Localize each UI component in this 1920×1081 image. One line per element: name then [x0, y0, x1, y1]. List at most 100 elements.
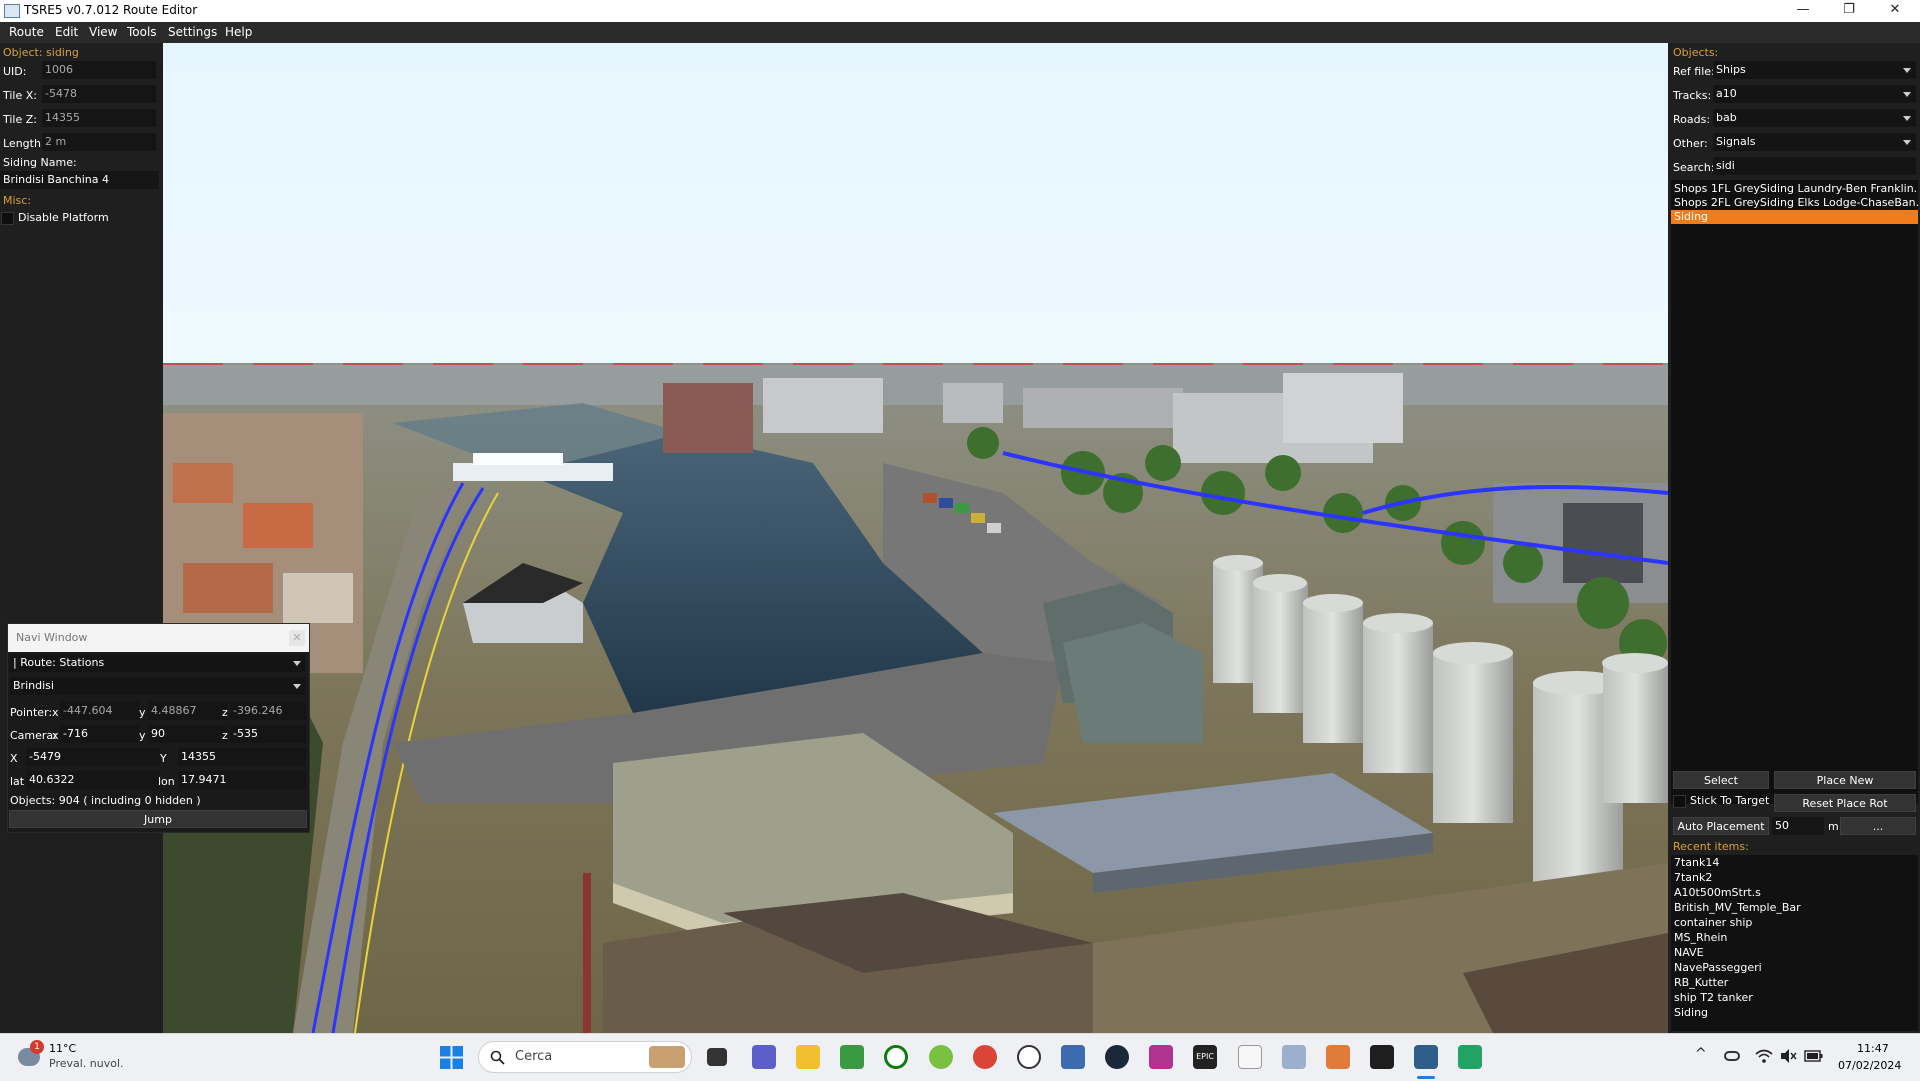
menu-route[interactable]: Route [9, 25, 44, 39]
navi-close-icon[interactable]: ✕ [289, 630, 305, 646]
y-field[interactable]: 14355 [178, 748, 306, 766]
chrome-icon[interactable] [973, 1045, 997, 1069]
active-app-indicator [1417, 1076, 1435, 1079]
close-button[interactable]: ✕ [1872, 0, 1918, 22]
task-view-icon[interactable] [707, 1048, 727, 1066]
list-item[interactable]: Shops 2FL GreySiding Elks Lodge-ChaseBan… [1671, 196, 1918, 210]
list-item[interactable]: 7tank2 [1671, 871, 1918, 885]
jump-button[interactable]: Jump [9, 810, 307, 828]
stick-to-target-label: Stick To Target [1690, 794, 1770, 807]
other-select[interactable]: Signals [1713, 133, 1916, 151]
lon-field[interactable]: 17.9471 [178, 771, 306, 789]
spreadsheet-icon[interactable] [840, 1045, 864, 1069]
chart-app-icon[interactable] [1282, 1045, 1306, 1069]
document-icon[interactable] [1238, 1045, 1262, 1069]
teams-icon[interactable] [752, 1045, 776, 1069]
battery-icon[interactable] [1804, 1049, 1824, 1063]
speaker-muted-icon[interactable] [1779, 1048, 1797, 1064]
epic-games-icon[interactable]: EPIC [1193, 1045, 1217, 1069]
pointer-z-field[interactable]: -396.246 [230, 702, 306, 720]
camera-z-field[interactable]: -535 [230, 725, 306, 743]
tracks-select[interactable]: a10 [1713, 85, 1916, 103]
menu-settings[interactable]: Settings [168, 25, 217, 39]
minimize-button[interactable]: — [1780, 0, 1826, 22]
siding-name-label: Siding Name: [3, 156, 77, 169]
taskbar: 1 11°C Preval. nuvol. Cerca EPIC ^ 11:47… [0, 1033, 1920, 1081]
disable-platform-checkbox[interactable] [1, 212, 14, 225]
chevron-down-icon [1903, 92, 1911, 97]
camera-y-field[interactable]: 90 [148, 725, 228, 743]
tray-chevron-icon[interactable]: ^ [1695, 1046, 1707, 1062]
calculator-icon[interactable] [1061, 1045, 1085, 1069]
list-item[interactable]: RB_Kutter [1671, 976, 1918, 990]
route-editor-icon[interactable] [1414, 1045, 1438, 1069]
windows-start-icon[interactable] [440, 1046, 463, 1069]
file-explorer-icon[interactable] [796, 1045, 820, 1069]
auto-placement-button[interactable]: Auto Placement [1673, 817, 1769, 835]
menu-edit[interactable]: Edit [55, 25, 78, 39]
navi-titlebar[interactable]: Navi Window ✕ [8, 624, 309, 652]
clock-time[interactable]: 11:47 [1857, 1042, 1889, 1055]
sheet-icon[interactable] [1458, 1045, 1482, 1069]
terminal-icon[interactable] [1370, 1045, 1394, 1069]
list-item[interactable]: Siding [1671, 1006, 1918, 1020]
station-select[interactable]: Brindisi [10, 677, 306, 695]
x-label: X [10, 752, 18, 765]
recent-items-list[interactable]: 7tank14 7tank2 A10t500mStrt.s British_MV… [1671, 855, 1918, 1031]
tilez-field[interactable]: 14355 [42, 109, 156, 127]
menu-help[interactable]: Help [225, 25, 252, 39]
disable-platform-label: Disable Platform [18, 211, 109, 224]
list-item[interactable]: A10t500mStrt.s [1671, 886, 1918, 900]
length-field[interactable]: 2 m [42, 133, 156, 151]
stick-to-target-checkbox[interactable] [1673, 795, 1686, 808]
taskbar-search[interactable]: Cerca [478, 1041, 692, 1073]
menu-tools[interactable]: Tools [127, 25, 157, 39]
siding-name-field[interactable]: Brindisi Banchina 4 [0, 171, 159, 189]
maximize-button[interactable]: ❐ [1826, 0, 1872, 22]
misc-header: Misc: [3, 194, 32, 207]
tilex-field[interactable]: -5478 [42, 85, 156, 103]
more-options-button[interactable]: ... [1840, 817, 1916, 835]
auto-placement-distance-field[interactable]: 50 [1772, 817, 1824, 835]
lat-field[interactable]: 40.6322 [26, 771, 160, 789]
ship [453, 463, 613, 481]
list-item[interactable]: MS_Rhein [1671, 931, 1918, 945]
chat-icon[interactable] [1017, 1045, 1041, 1069]
list-item[interactable]: British_MV_Temple_Bar [1671, 901, 1918, 915]
x-field[interactable]: -5479 [26, 748, 160, 766]
weather-temp[interactable]: 11°C [49, 1042, 76, 1055]
camera-x-field[interactable]: -716 [60, 725, 140, 743]
3d-viewport[interactable] [163, 43, 1668, 1033]
uid-field[interactable]: 1006 [42, 61, 156, 79]
roads-select[interactable]: bab [1713, 109, 1916, 127]
onedrive-icon[interactable] [1724, 1051, 1740, 1061]
list-item[interactable]: NAVE [1671, 946, 1918, 960]
ref-file-select[interactable]: Ships [1713, 61, 1916, 79]
pointer-y-field[interactable]: 4.48867 [148, 702, 228, 720]
reset-place-rot-button[interactable]: Reset Place Rot [1774, 794, 1916, 812]
clock-date[interactable]: 07/02/2024 [1838, 1059, 1901, 1072]
menu-view[interactable]: View [89, 25, 117, 39]
list-item[interactable]: ship T2 tanker [1671, 991, 1918, 1005]
ref-file-value: Ships [1716, 63, 1746, 76]
camera-app-icon[interactable] [1149, 1045, 1173, 1069]
menu-bar: Route Edit View Tools Settings Help [0, 22, 1920, 43]
route-select[interactable]: | Route: Stations [10, 654, 306, 672]
select-button[interactable]: Select [1673, 771, 1769, 789]
steam-icon[interactable] [1105, 1045, 1129, 1069]
xbox-icon[interactable] [884, 1045, 908, 1069]
search-input[interactable]: sidi [1713, 157, 1916, 175]
place-new-button[interactable]: Place New [1774, 771, 1916, 789]
list-item[interactable]: container ship [1671, 916, 1918, 930]
fox-app-icon[interactable] [1326, 1045, 1350, 1069]
list-item[interactable]: Shops 1FL GreySiding Laundry-Ben Frankli… [1671, 182, 1918, 196]
pointer-x-field[interactable]: -447.604 [60, 702, 140, 720]
list-item[interactable]: NavePasseggeri [1671, 961, 1918, 975]
list-item[interactable]: 7tank14 [1671, 856, 1918, 870]
search-results-list[interactable]: Shops 1FL GreySiding Laundry-Ben Frankli… [1671, 180, 1918, 804]
search-icon [490, 1050, 505, 1065]
route-scene[interactable] [163, 43, 1668, 1033]
wifi-icon[interactable] [1755, 1048, 1773, 1064]
green-app-icon[interactable] [929, 1045, 953, 1069]
list-item-selected[interactable]: Siding [1671, 210, 1918, 224]
